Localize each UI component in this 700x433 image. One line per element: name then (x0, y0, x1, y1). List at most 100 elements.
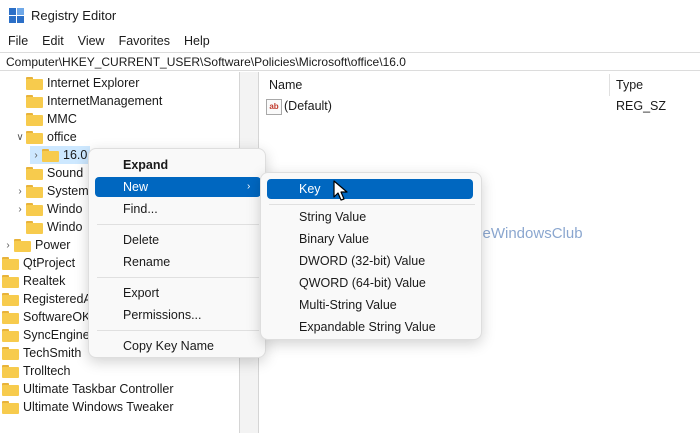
submenu-key[interactable]: Key (267, 179, 473, 199)
tree-item[interactable]: RegisteredAp (0, 290, 99, 308)
chevron-down-icon[interactable]: ∨ (14, 128, 26, 146)
tree-item[interactable]: Internet Explorer (14, 74, 139, 92)
tree-item[interactable]: › Power (2, 236, 70, 254)
expander[interactable] (14, 110, 26, 128)
submenu-dword-value[interactable]: DWORD (32-bit) Value (299, 251, 425, 271)
value-name: (Default) (284, 99, 332, 113)
submenu-qword-value[interactable]: QWORD (64-bit) Value (299, 273, 426, 293)
folder-icon (26, 94, 43, 108)
submenu-key-label: Key (299, 182, 321, 196)
menu-favorites[interactable]: Favorites (112, 31, 177, 51)
submenu-expandable-string-value[interactable]: Expandable String Value (299, 317, 436, 337)
tree-item-label: Internet Explorer (47, 76, 140, 90)
folder-icon (26, 220, 43, 234)
window-title: Registry Editor (31, 8, 117, 23)
context-menu: Expand New › Find... Delete Rename Expor… (88, 148, 266, 358)
tree-item[interactable]: Trolltech (0, 362, 70, 380)
folder-icon (26, 184, 43, 198)
chevron-right-icon[interactable]: › (14, 200, 26, 218)
tree-item-label: TechSmith (23, 346, 82, 360)
folder-icon (26, 202, 43, 216)
tree-item[interactable]: SyncEngines (0, 326, 96, 344)
tree-item-label: 16.0 (63, 148, 88, 162)
tree-item[interactable]: › Windo (14, 200, 82, 218)
new-submenu: Key String Value Binary Value DWORD (32-… (260, 172, 482, 340)
expander[interactable] (14, 92, 26, 110)
folder-icon (2, 256, 19, 270)
tree-item-label: SoftwareOK (23, 310, 91, 324)
expander[interactable] (14, 164, 26, 182)
tree-item-label: System (47, 184, 89, 198)
menu-help[interactable]: Help (177, 31, 217, 51)
tree-item[interactable]: › System (14, 182, 89, 200)
folder-icon (2, 382, 19, 396)
tree-item-label: MMC (47, 112, 77, 126)
tree-item-label: Ultimate Taskbar Controller (23, 382, 174, 396)
menu-file[interactable]: File (0, 31, 35, 51)
folder-icon (2, 400, 19, 414)
folder-icon (2, 310, 19, 324)
menu-separator (97, 277, 259, 278)
submenu-binary-value[interactable]: Binary Value (299, 229, 369, 249)
mouse-pointer-icon (333, 180, 348, 201)
context-menu-new[interactable]: New › (95, 177, 261, 197)
column-divider[interactable] (609, 74, 610, 96)
context-menu-rename[interactable]: Rename (123, 252, 170, 272)
tree-item-label: Realtek (23, 274, 66, 288)
context-menu-find[interactable]: Find... (123, 199, 158, 219)
tree-item[interactable]: Sound (14, 164, 83, 182)
submenu-string-value[interactable]: String Value (299, 207, 366, 227)
tree-item-label: Trolltech (23, 364, 71, 378)
tree-item[interactable]: › QtProject (0, 254, 75, 272)
tree-item[interactable]: MMC (14, 110, 77, 128)
tree-item-label: InternetManagement (47, 94, 163, 108)
folder-icon (26, 166, 43, 180)
tree-item[interactable]: TechSmith (0, 344, 81, 362)
tree-item[interactable]: InternetManagement (14, 92, 162, 110)
submenu-multi-string-value[interactable]: Multi-String Value (299, 295, 397, 315)
value-row[interactable]: ab (Default) REG_SZ (260, 98, 700, 116)
chevron-right-icon[interactable]: › (2, 236, 14, 254)
tree-item-label: Power (35, 238, 71, 252)
folder-icon (14, 238, 31, 252)
context-menu-expand[interactable]: Expand (123, 155, 168, 175)
menu-separator (269, 204, 475, 205)
tree-item[interactable]: ∨ office (14, 128, 76, 146)
column-header-type[interactable]: Type (616, 72, 643, 98)
expander[interactable] (14, 74, 26, 92)
folder-icon (26, 76, 43, 90)
tree-item-label: QtProject (23, 256, 76, 270)
context-menu-new-label: New (123, 180, 149, 194)
menu-separator (97, 224, 259, 225)
chevron-right-icon[interactable]: › (30, 146, 42, 164)
folder-icon (2, 274, 19, 288)
tree-item[interactable]: Windo (14, 218, 82, 236)
context-menu-permissions[interactable]: Permissions... (123, 305, 202, 325)
tree-item-label: Windo (47, 202, 83, 216)
string-value-icon: ab (266, 99, 282, 115)
context-menu-export[interactable]: Export (123, 283, 159, 303)
chevron-right-icon[interactable]: › (14, 182, 26, 200)
context-menu-delete[interactable]: Delete (123, 230, 159, 250)
tree-item-selected[interactable]: › 16.0 (30, 146, 90, 164)
menu-edit[interactable]: Edit (35, 31, 71, 51)
tree-item-label: Ultimate Windows Tweaker (23, 400, 174, 414)
menu-view[interactable]: View (71, 31, 112, 51)
folder-icon (2, 328, 19, 342)
tree-item[interactable]: Ultimate Taskbar Controller (0, 380, 174, 398)
tree-item-label: Windo (47, 220, 83, 234)
address-path: Computer\HKEY_CURRENT_USER\Software\Poli… (6, 55, 406, 69)
address-bar[interactable]: Computer\HKEY_CURRENT_USER\Software\Poli… (0, 52, 700, 71)
folder-icon (2, 364, 19, 378)
tree-item[interactable]: SoftwareOK (0, 308, 90, 326)
menu-separator (97, 330, 259, 331)
registry-editor-icon (9, 8, 24, 23)
folder-icon (42, 148, 59, 162)
context-menu-copy-key-name[interactable]: Copy Key Name (123, 336, 214, 356)
tree-item[interactable]: Ultimate Windows Tweaker (0, 398, 174, 416)
expander[interactable] (14, 218, 26, 236)
column-header-name[interactable]: Name (269, 72, 302, 98)
tree-item[interactable]: Realtek (0, 272, 65, 290)
folder-icon (2, 292, 19, 306)
tree-item-label: Sound (47, 166, 84, 180)
